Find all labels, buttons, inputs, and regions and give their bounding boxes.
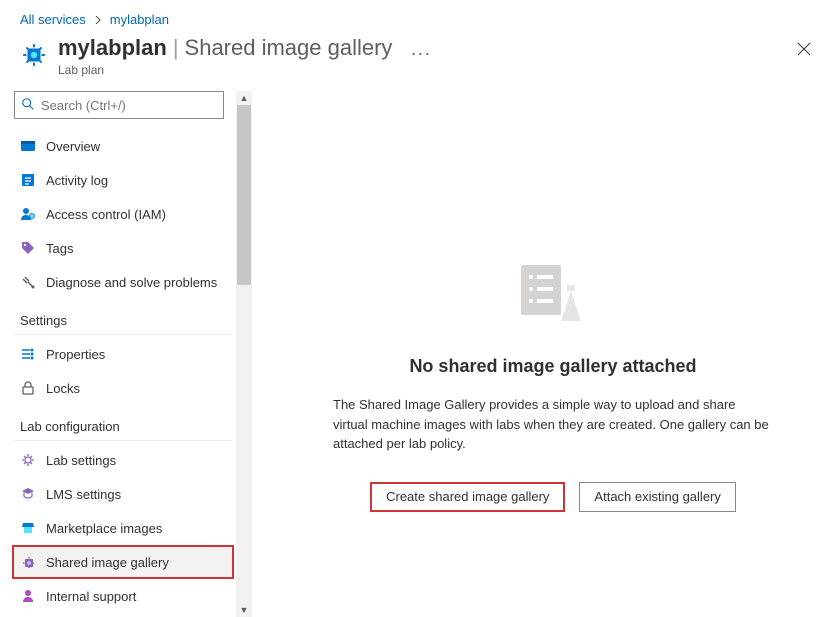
sidebar-item-label: Tags [46, 241, 73, 256]
more-icon[interactable]: ··· [410, 43, 431, 64]
sidebar-item-locks[interactable]: Locks [14, 371, 232, 405]
empty-state-title: No shared image gallery attached [409, 356, 696, 377]
access-control-icon [20, 206, 36, 222]
attach-gallery-button[interactable]: Attach existing gallery [579, 482, 735, 512]
sidebar-item-overview[interactable]: Overview [14, 129, 232, 163]
sidebar-item-label: Activity log [46, 173, 108, 188]
sidebar-item-label: LMS settings [46, 487, 121, 502]
gear-icon [20, 452, 36, 468]
main-content: No shared image gallery attached The Sha… [252, 91, 834, 617]
search-icon [21, 97, 41, 114]
sidebar: Overview Activity log Access control (IA… [0, 91, 236, 617]
sidebar-item-label: Diagnose and solve problems [46, 275, 217, 290]
lms-icon [20, 486, 36, 502]
chevron-right-icon [94, 12, 102, 27]
sidebar-scrollbar[interactable]: ▲ ▼ [236, 91, 252, 617]
sidebar-item-lms-settings[interactable]: LMS settings [14, 477, 232, 511]
sidebar-group-settings: Settings [14, 299, 232, 335]
scrollbar-thumb[interactable] [237, 105, 251, 285]
sidebar-item-properties[interactable]: Properties [14, 337, 232, 371]
sidebar-item-shared-image-gallery[interactable]: Shared image gallery [12, 545, 234, 579]
marketplace-icon [20, 520, 36, 536]
sidebar-item-access-control[interactable]: Access control (IAM) [14, 197, 232, 231]
search-input-wrapper[interactable] [14, 91, 224, 119]
page-header: mylabplan | Shared image gallery Lab pla… [0, 35, 834, 81]
sidebar-item-label: Properties [46, 347, 105, 362]
tag-icon [20, 240, 36, 256]
sidebar-item-tags[interactable]: Tags [14, 231, 232, 265]
breadcrumb-current[interactable]: mylabplan [110, 12, 169, 27]
lock-icon [20, 380, 36, 396]
create-gallery-button[interactable]: Create shared image gallery [370, 482, 565, 512]
sidebar-item-marketplace-images[interactable]: Marketplace images [14, 511, 232, 545]
page-section: Shared image gallery [185, 35, 393, 61]
sidebar-item-label: Lab settings [46, 453, 116, 468]
sidebar-item-label: Shared image gallery [46, 555, 169, 570]
breadcrumb-root[interactable]: All services [20, 12, 86, 27]
page-subtitle: Lab plan [58, 63, 392, 77]
shared-gallery-icon [20, 554, 36, 570]
sidebar-item-activity-log[interactable]: Activity log [14, 163, 232, 197]
resource-icon [20, 41, 48, 69]
empty-state-description: The Shared Image Gallery provides a simp… [333, 395, 773, 454]
sidebar-item-internal-support[interactable]: Internal support [14, 579, 232, 613]
scroll-down-icon[interactable]: ▼ [237, 603, 251, 617]
breadcrumb: All services mylabplan [0, 0, 834, 35]
properties-icon [20, 346, 36, 362]
empty-state-icon [517, 261, 589, 328]
page-title: mylabplan [58, 35, 167, 61]
support-icon [20, 588, 36, 604]
sidebar-item-label: Access control (IAM) [46, 207, 166, 222]
sidebar-item-diagnose[interactable]: Diagnose and solve problems [14, 265, 232, 299]
sidebar-item-lab-settings[interactable]: Lab settings [14, 443, 232, 477]
sidebar-item-label: Locks [46, 381, 80, 396]
diagnose-icon [20, 274, 36, 290]
activity-log-icon [20, 172, 36, 188]
sidebar-item-label: Internal support [46, 589, 136, 604]
close-button[interactable] [796, 41, 812, 60]
scroll-up-icon[interactable]: ▲ [237, 91, 251, 105]
overview-icon [20, 138, 36, 154]
sidebar-item-label: Overview [46, 139, 100, 154]
sidebar-item-label: Marketplace images [46, 521, 162, 536]
search-input[interactable] [41, 98, 217, 113]
sidebar-group-lab-config: Lab configuration [14, 405, 232, 441]
